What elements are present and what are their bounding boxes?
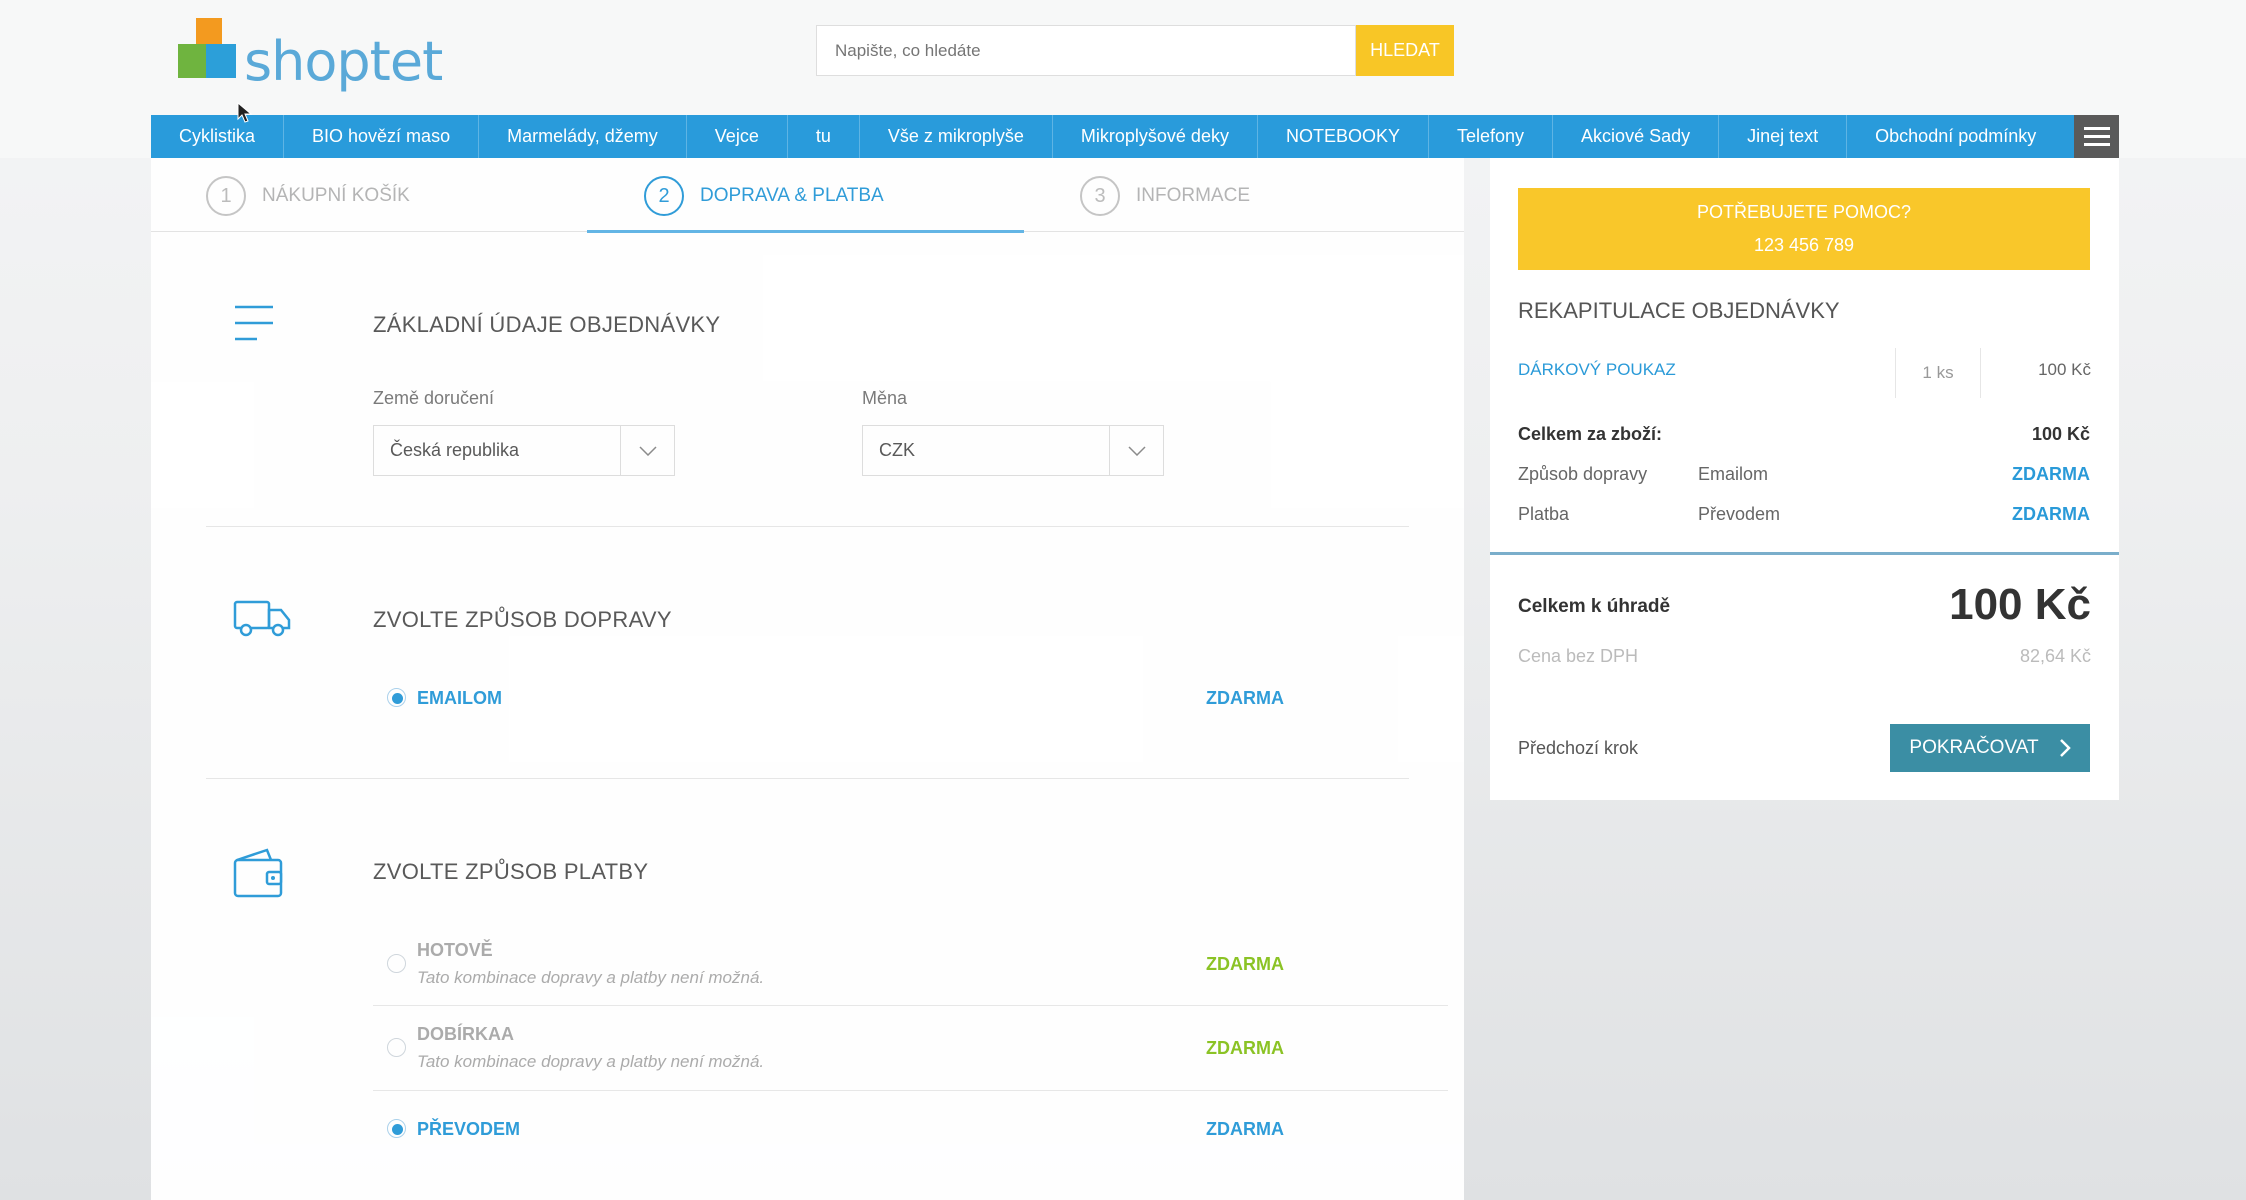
payment-summary-value: Převodem xyxy=(1698,504,1781,524)
recap-item-name[interactable]: DÁRKOVÝ POUKAZ xyxy=(1518,360,1676,380)
shipping-summary-price: ZDARMA xyxy=(2012,464,2090,484)
total-label: Celkem k úhradě xyxy=(1518,596,1671,617)
goods-total-value: 100 Kč xyxy=(2031,424,2090,444)
nav-item-vejce[interactable]: Vejce xyxy=(687,115,788,158)
net-price-value: 82,64 Kč xyxy=(2019,646,2091,666)
shoptet-logo[interactable]: shoptet xyxy=(178,18,443,93)
payment-radio-hotove[interactable] xyxy=(387,954,406,973)
currency-value: CZK xyxy=(879,440,915,460)
logo-square-blue xyxy=(206,44,236,78)
logo-square-orange xyxy=(196,18,222,44)
logo-square-green xyxy=(178,44,206,78)
nav-item-jinej-text[interactable]: Jinej text xyxy=(1719,115,1848,158)
step-label: DOPRAVA & PLATBA xyxy=(700,185,884,206)
summary-divider xyxy=(1490,552,2119,555)
step-shipping-payment[interactable]: 2 DOPRAVA & PLATBA xyxy=(644,176,884,216)
step-cart[interactable]: 1 NÁKUPNÍ KOŠÍK xyxy=(206,176,410,216)
nav-item-telefony[interactable]: Telefony xyxy=(1429,115,1554,158)
payment-summary-row: Platba Převodem ZDARMA xyxy=(1518,504,2090,528)
payment-option-price: ZDARMA xyxy=(1206,1038,1284,1058)
nav-item-vse-z-mikroplyse[interactable]: Vše z mikroplyše xyxy=(860,115,1053,158)
shipping-radio-emailom[interactable] xyxy=(387,688,406,707)
option-divider xyxy=(373,1090,1448,1091)
shipping-option-label[interactable]: EMAILOM xyxy=(417,688,502,709)
nav-item-marmelady[interactable]: Marmelády, džemy xyxy=(479,115,687,158)
payment-summary-label: Platba xyxy=(1518,504,1570,524)
continue-label: POKRAČOVAT xyxy=(1909,737,2039,758)
country-label: Země doručení xyxy=(373,388,495,408)
section-divider xyxy=(206,778,1409,779)
section-divider xyxy=(206,526,1409,527)
recap-item-qty: 1 ks xyxy=(1895,348,1981,398)
header: shoptet HLEDAT xyxy=(0,0,2246,115)
payment-radio-dobirkaa[interactable] xyxy=(387,1038,406,1057)
payment-option-label[interactable]: DOBÍRKAA xyxy=(417,1024,514,1045)
chevron-down-icon xyxy=(1109,426,1163,475)
payment-radio-prevodem[interactable] xyxy=(387,1119,406,1138)
currency-select[interactable]: CZK xyxy=(862,425,1164,476)
recap-item-price: 100 Kč xyxy=(2038,360,2091,379)
currency-label: Měna xyxy=(862,388,908,408)
menu-icon[interactable] xyxy=(2074,115,2119,158)
total-value: 100 Kč xyxy=(1949,580,2091,629)
step-label: INFORMACE xyxy=(1136,185,1250,206)
previous-step-link[interactable]: Předchozí krok xyxy=(1518,738,1638,759)
nav-item-mikroplysove-deky[interactable]: Mikroplyšové deky xyxy=(1053,115,1258,158)
nav-item-akciove-sady[interactable]: Akciové Sady xyxy=(1553,115,1720,158)
order-summary: POTŘEBUJETE POMOC? 123 456 789 REKAPITUL… xyxy=(1490,158,2119,800)
list-icon xyxy=(235,305,273,341)
shipping-summary-row: Způsob dopravy Emailom ZDARMA xyxy=(1518,464,2090,488)
help-phone: 123 456 789 xyxy=(1753,235,1855,255)
payment-option-label[interactable]: PŘEVODEM xyxy=(417,1119,520,1140)
payment-option-price: ZDARMA xyxy=(1206,954,1284,974)
help-title: POTŘEBUJETE POMOC? xyxy=(1696,202,1912,222)
country-value: Česká republika xyxy=(390,440,520,460)
payment-option-note: Tato kombinace dopravy a platby není mož… xyxy=(417,968,765,987)
payment-title: ZVOLTE ZPŮSOB PLATBY xyxy=(373,859,649,884)
country-select[interactable]: Česká republika xyxy=(373,425,675,476)
chevron-right-icon xyxy=(2059,739,2071,757)
step-label: NÁKUPNÍ KOŠÍK xyxy=(262,185,410,206)
main-navigation: Cyklistika BIO hovězí maso Marmelády, dž… xyxy=(151,115,2119,158)
net-price-label: Cena bez DPH xyxy=(1518,646,1639,666)
shipping-summary-value: Emailom xyxy=(1698,464,1769,484)
truck-icon xyxy=(233,600,291,637)
active-step-indicator xyxy=(587,230,1024,233)
logo-text: shoptet xyxy=(244,30,443,93)
payment-summary-price: ZDARMA xyxy=(2012,504,2090,524)
shipping-option-price: ZDARMA xyxy=(1206,688,1284,708)
shipping-summary-label: Způsob dopravy xyxy=(1518,464,1648,484)
checkout-main: 1 NÁKUPNÍ KOŠÍK 2 DOPRAVA & PLATBA 3 INF… xyxy=(151,158,1464,1200)
step-number: 2 xyxy=(644,176,684,216)
help-box[interactable]: POTŘEBUJETE POMOC? 123 456 789 xyxy=(1518,188,2090,270)
option-divider xyxy=(373,1005,1448,1006)
nav-item-cyklistika[interactable]: Cyklistika xyxy=(151,115,285,158)
goods-total-label: Celkem za zboží: xyxy=(1518,424,1663,444)
payment-option-note: Tato kombinace dopravy a platby není mož… xyxy=(417,1052,765,1071)
nav-item-obchodni-podminky[interactable]: Obchodní podmínky xyxy=(1847,115,2064,158)
goods-total-row: Celkem za zboží: 100 Kč xyxy=(1518,424,2090,448)
shipping-title: ZVOLTE ZPŮSOB DOPRAVY xyxy=(373,607,672,632)
search-bar: HLEDAT xyxy=(816,25,1454,76)
search-button[interactable]: HLEDAT xyxy=(1356,25,1454,76)
mouse-cursor-icon xyxy=(237,102,253,123)
search-input[interactable] xyxy=(816,25,1356,76)
nav-item-notebooky[interactable]: NOTEBOOKY xyxy=(1258,115,1429,158)
step-information[interactable]: 3 INFORMACE xyxy=(1080,176,1250,216)
payment-option-label[interactable]: HOTOVĚ xyxy=(417,940,493,961)
nav-item-tu[interactable]: tu xyxy=(788,115,860,158)
step-number: 3 xyxy=(1080,176,1120,216)
nav-item-bio-hovezi-maso[interactable]: BIO hovězí maso xyxy=(284,115,480,158)
payment-option-price: ZDARMA xyxy=(1206,1119,1284,1139)
checkout-steps: 1 NÁKUPNÍ KOŠÍK 2 DOPRAVA & PLATBA 3 INF… xyxy=(151,158,1464,233)
wallet-icon xyxy=(233,848,283,898)
chevron-down-icon xyxy=(620,426,674,475)
step-number: 1 xyxy=(206,176,246,216)
basic-info-title: ZÁKLADNÍ ÚDAJE OBJEDNÁVKY xyxy=(373,312,721,337)
recap-title: REKAPITULACE OBJEDNÁVKY xyxy=(1518,298,1840,323)
continue-button[interactable]: POKRAČOVAT xyxy=(1890,724,2090,772)
